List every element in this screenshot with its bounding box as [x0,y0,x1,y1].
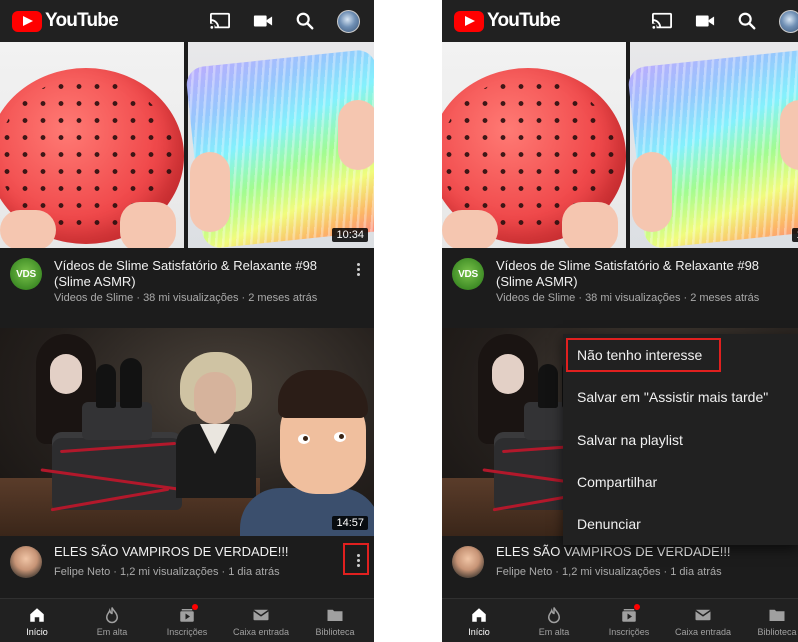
duration-badge: 10:34 [792,228,798,242]
top-app-bar: YouTube [0,0,374,42]
nav-label: Caixa entrada [674,627,732,637]
hand [442,210,498,248]
video-info-slime[interactable]: VDS Vídeos de Slime Satisfatório & Relax… [0,254,374,314]
nav-label: Biblioteca [315,627,355,637]
video-camera-icon[interactable] [252,11,274,31]
screen-right: YouTube 10:34 VDS Vídeos de Slime Satisf… [442,0,798,642]
search-icon[interactable] [736,11,758,31]
video-camera-icon[interactable] [694,11,716,31]
logo-text: YouTube [487,10,561,31]
home-icon [470,606,488,624]
youtube-logo[interactable]: YouTube [454,10,561,32]
cake-topper-figure [120,358,142,408]
man-right [240,368,374,536]
account-avatar[interactable] [337,10,360,33]
hand [780,100,798,170]
nav-em-alta[interactable]: Em alta [517,599,591,642]
nav-label: Caixa entrada [232,627,290,637]
mail-icon [252,606,270,624]
nav-caixa-entrada[interactable]: Caixa entrada [666,599,740,642]
notification-dot [192,604,198,610]
screen-left: YouTube 10:34 VDS Vídeos de Slime Satisf… [0,0,374,642]
menu-item-watch-later[interactable]: Salvar em "Assistir mais tarde" [563,376,798,418]
cake-topper-figure [96,364,116,408]
nav-label: Em alta [538,627,570,637]
video-info-vampiros[interactable]: ELES SÃO VAMPIROS DE VERDADE!!! Felipe N… [442,540,798,600]
home-icon [28,606,46,624]
video-thumbnail-vampiros[interactable]: 14:57 [0,328,374,536]
channel-avatar[interactable]: VDS [452,258,484,290]
hand [562,202,618,248]
thumbnail-melon-half [442,42,626,248]
channel-badge-text: VDS [458,268,478,280]
flame-icon [545,606,563,624]
nav-inicio[interactable]: Início [0,599,74,642]
video-meta: Videos de Slime · 38 mi visualizações · … [54,292,318,304]
video-meta: Videos de Slime · 38 mi visualizações · … [496,292,760,304]
channel-avatar[interactable] [10,546,42,578]
hand [190,152,230,232]
nav-label: Biblioteca [757,627,797,637]
nav-caixa-entrada[interactable]: Caixa entrada [224,599,298,642]
video-title[interactable]: ELES SÃO VAMPIROS DE VERDADE!!! [496,544,776,560]
nav-em-alta[interactable]: Em alta [75,599,149,642]
hand [338,100,374,170]
video-title[interactable]: ELES SÃO VAMPIROS DE VERDADE!!! [54,544,334,560]
top-app-bar: YouTube [442,0,798,42]
search-icon[interactable] [294,11,316,31]
cast-icon[interactable] [209,11,231,31]
duration-badge: 14:57 [332,516,368,530]
hand [120,202,176,248]
logo-text: YouTube [45,10,119,31]
folder-icon [326,606,344,624]
channel-avatar[interactable] [452,546,484,578]
notification-dot [634,604,640,610]
channel-badge-text: VDS [16,268,36,280]
more-options-icon[interactable] [350,258,366,280]
nav-label: Início [26,627,48,637]
nav-biblioteca[interactable]: Biblioteca [740,599,798,642]
nav-biblioteca[interactable]: Biblioteca [298,599,372,642]
cast-icon[interactable] [651,11,673,31]
folder-icon [768,606,786,624]
menu-item-report[interactable]: Denunciar [563,503,798,545]
menu-item-save-playlist[interactable]: Salvar na playlist [563,419,798,461]
hand [632,152,672,232]
nav-inscricoes[interactable]: Inscrições [592,599,666,642]
video-meta: Felipe Neto · 1,2 mi visualizações · 1 d… [54,566,280,578]
nav-inscricoes[interactable]: Inscrições [150,599,224,642]
video-meta: Felipe Neto · 1,2 mi visualizações · 1 d… [496,566,722,578]
cake-topper-figure [538,364,558,408]
video-title[interactable]: Vídeos de Slime Satisfatório & Relaxante… [54,258,334,290]
thumbnail-melon-half [0,42,184,248]
mail-icon [694,606,712,624]
bottom-navigation: Início Em alta Inscrições Caixa entrada … [0,598,374,642]
highlight-box-more-options [343,543,369,575]
flame-icon [103,606,121,624]
highlight-box-not-interested [566,338,721,372]
nav-label: Início [468,627,490,637]
video-thumbnail-slime[interactable]: 10:34 [442,42,798,248]
hand [0,210,56,248]
nav-label: Inscrições [166,627,208,637]
nav-label: Inscrições [608,627,650,637]
thumbnail-rainbow-half [627,42,798,248]
play-logo-icon [454,10,484,32]
thumbnail-rainbow-half [185,42,374,248]
nav-label: Em alta [96,627,128,637]
nav-inicio[interactable]: Início [442,599,516,642]
video-info-vampiros[interactable]: ELES SÃO VAMPIROS DE VERDADE!!! Felipe N… [0,540,374,600]
video-info-slime[interactable]: VDS Vídeos de Slime Satisfatório & Relax… [442,254,798,314]
bottom-navigation: Início Em alta Inscrições Caixa entrada … [442,598,798,642]
youtube-logo[interactable]: YouTube [12,10,119,32]
video-title[interactable]: Vídeos de Slime Satisfatório & Relaxante… [496,258,776,290]
video-thumbnail-slime[interactable]: 10:34 [0,42,374,248]
cake-top [82,402,152,440]
channel-avatar[interactable]: VDS [10,258,42,290]
menu-item-share[interactable]: Compartilhar [563,461,798,503]
play-logo-icon [12,10,42,32]
account-avatar[interactable] [779,10,798,33]
duration-badge: 10:34 [332,228,368,242]
